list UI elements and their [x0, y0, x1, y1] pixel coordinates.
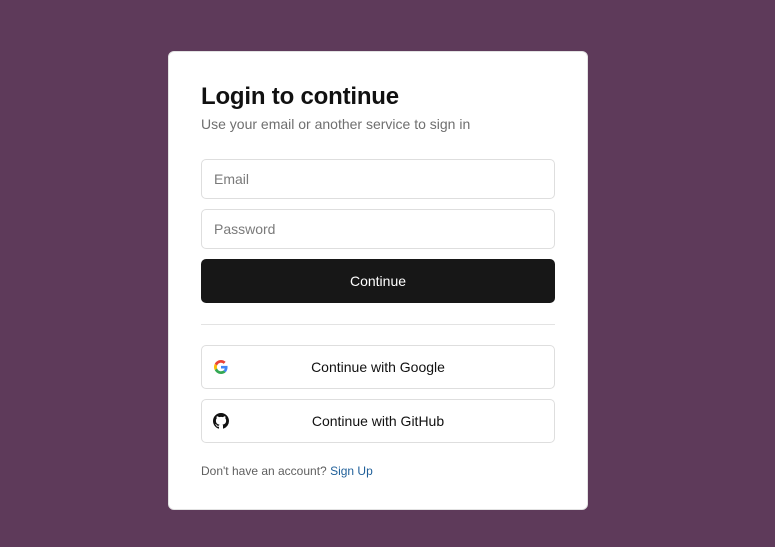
email-field[interactable] — [201, 159, 555, 199]
divider — [201, 324, 555, 325]
signup-prompt-text: Don't have an account? — [201, 464, 327, 478]
github-button-label: Continue with GitHub — [311, 413, 445, 429]
continue-button[interactable]: Continue — [201, 259, 555, 303]
github-icon — [213, 413, 229, 429]
signup-prompt: Don't have an account? Sign Up — [201, 463, 555, 479]
google-button-label: Continue with Google — [311, 359, 445, 375]
password-field[interactable] — [201, 209, 555, 249]
login-card: Login to continue Use your email or anot… — [168, 51, 588, 510]
signup-link[interactable]: Sign Up — [330, 464, 373, 478]
continue-with-github-button[interactable]: Continue with GitHub — [201, 399, 555, 443]
page-title: Login to continue — [201, 83, 399, 110]
page-subtitle: Use your email or another service to sig… — [201, 116, 471, 132]
google-icon — [213, 359, 229, 375]
continue-with-google-button[interactable]: Continue with Google — [201, 345, 555, 389]
